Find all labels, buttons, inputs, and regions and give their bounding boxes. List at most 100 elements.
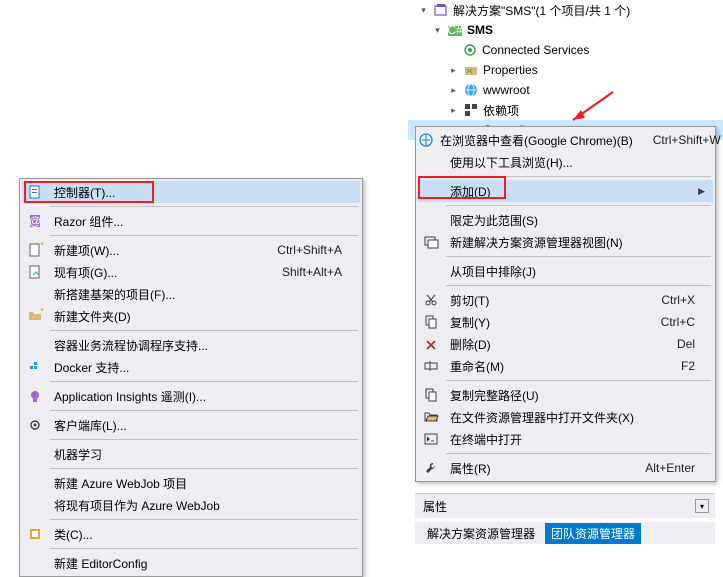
menu-item-open-folder[interactable]: 在文件资源管理器中打开文件夹(X) xyxy=(418,406,713,428)
menu-item-exclude[interactable]: 从项目中排除(J) xyxy=(418,260,713,282)
wrench-icon xyxy=(463,62,479,78)
menu-label: Razor 组件... xyxy=(48,213,360,230)
annotation-arrow xyxy=(565,88,617,128)
svg-text:✦: ✦ xyxy=(39,308,43,317)
menu-item-delete[interactable]: 删除(D) Del xyxy=(418,333,713,355)
chevron-right-icon[interactable]: ▸ xyxy=(448,85,459,96)
browser-icon xyxy=(418,132,434,148)
menu-label: 机器学习 xyxy=(48,446,360,463)
menu-item-new-webjob[interactable]: 新建 Azure WebJob 项目 xyxy=(22,472,360,494)
tab-team-explorer[interactable]: 团队资源管理器 xyxy=(545,523,641,544)
menu-label: 添加(D) xyxy=(444,183,697,200)
menu-item-copy-path[interactable]: 复制完整路径(U) xyxy=(418,384,713,406)
menu-item-scaffold[interactable]: 新搭建基架的项目(F)... xyxy=(22,283,360,305)
menu-label: 限定为此范围(S) xyxy=(444,212,713,229)
menu-item-view-in-browser[interactable]: 在浏览器中查看(Google Chrome)(B) Ctrl+Shift+W xyxy=(418,129,713,151)
menu-separator xyxy=(446,453,711,454)
node-label: 依赖项 xyxy=(483,102,519,119)
menu-item-class[interactable]: 类(C)... xyxy=(22,523,360,545)
menu-item-properties[interactable]: 属性(R) Alt+Enter xyxy=(418,457,713,479)
svg-text:C#: C# xyxy=(447,23,463,37)
menu-item-razor[interactable]: @ Razor 组件... xyxy=(22,210,360,232)
menu-label: 新搭建基架的项目(F)... xyxy=(48,286,360,303)
menu-item-scope[interactable]: 限定为此范围(S) xyxy=(418,209,713,231)
project-label: SMS xyxy=(467,23,493,37)
menu-item-browse-with[interactable]: 使用以下工具浏览(H)... xyxy=(418,151,713,173)
rename-icon xyxy=(423,358,439,374)
new-folder-icon: ✦ xyxy=(27,308,43,324)
menu-item-new-solution-view[interactable]: 新建解决方案资源管理器视图(N) xyxy=(418,231,713,253)
menu-label: 新建 Azure WebJob 项目 xyxy=(48,475,360,492)
menu-separator xyxy=(50,439,358,440)
menu-label: 重命名(M) xyxy=(444,358,661,375)
menu-item-app-insights[interactable]: Application Insights 遥测(I)... xyxy=(22,385,360,407)
menu-item-client-library[interactable]: 客户端库(L)... xyxy=(22,414,360,436)
menu-item-machine-learning[interactable]: 机器学习 xyxy=(22,443,360,465)
menu-item-open-terminal[interactable]: 在终端中打开 xyxy=(418,428,713,450)
menu-label: 容器业务流程协调程序支持... xyxy=(48,337,360,354)
menu-label: 新建项(W)... xyxy=(48,242,257,259)
globe-icon xyxy=(463,82,479,98)
menu-separator xyxy=(446,285,711,286)
tab-solution-explorer[interactable]: 解决方案资源管理器 xyxy=(421,523,541,544)
menu-label: 类(C)... xyxy=(48,526,360,543)
folder-open-icon xyxy=(423,409,439,425)
menu-item-controller[interactable]: 控制器(T)... xyxy=(22,181,360,203)
menu-item-copy[interactable]: 复制(Y) Ctrl+C xyxy=(418,311,713,333)
menu-shortcut: Alt+Enter xyxy=(625,461,713,475)
menu-label: 将现有项目作为 Azure WebJob xyxy=(48,497,360,514)
razor-icon: @ xyxy=(27,213,43,229)
menu-shortcut: Ctrl+C xyxy=(641,315,713,329)
menu-separator xyxy=(446,256,711,257)
menu-item-new-folder[interactable]: ✦ 新建文件夹(D) xyxy=(22,305,360,327)
delete-icon xyxy=(423,336,439,352)
menu-shortcut: Del xyxy=(657,337,713,351)
copy-icon xyxy=(423,314,439,330)
chevron-down-icon[interactable]: ▾ xyxy=(432,25,443,36)
solution-node[interactable]: ▾ 解决方案"SMS"(1 个项目/共 1 个) xyxy=(408,0,723,20)
menu-item-existing-item[interactable]: 现有项(G)... Shift+Alt+A xyxy=(22,261,360,283)
chevron-right-icon[interactable]: ▸ xyxy=(448,65,459,76)
menu-label: 从项目中排除(J) xyxy=(444,263,713,280)
menu-label: 复制(Y) xyxy=(444,314,641,331)
menu-label: 使用以下工具浏览(H)... xyxy=(444,154,713,171)
menu-shortcut: Ctrl+Shift+W xyxy=(633,133,723,147)
properties-panel-header: 属性 ▾ xyxy=(415,493,715,518)
menu-item-rename[interactable]: 重命名(M) F2 xyxy=(418,355,713,377)
menu-separator xyxy=(50,381,358,382)
menu-item-container-support[interactable]: 容器业务流程协调程序支持... xyxy=(22,334,360,356)
menu-label: Application Insights 遥测(I)... xyxy=(48,388,360,405)
menu-item-cut[interactable]: 剪切(T) Ctrl+X xyxy=(418,289,713,311)
menu-label: 剪切(T) xyxy=(444,292,641,309)
menu-separator xyxy=(50,330,358,331)
node-label: wwwroot xyxy=(483,83,530,97)
svg-text:@: @ xyxy=(29,214,41,228)
chevron-right-icon[interactable]: ▸ xyxy=(448,105,459,116)
menu-shortcut: Ctrl+Shift+A xyxy=(257,243,360,257)
chevron-down-icon[interactable]: ▾ xyxy=(418,5,429,16)
docker-icon xyxy=(27,359,43,375)
menu-label: 删除(D) xyxy=(444,336,657,353)
menu-separator xyxy=(50,206,358,207)
menu-item-docker-support[interactable]: Docker 支持... xyxy=(22,356,360,378)
dropdown-icon[interactable]: ▾ xyxy=(695,499,709,513)
chevron-right-icon: ▶ xyxy=(697,186,713,197)
menu-label: 在终端中打开 xyxy=(444,431,713,448)
lightbulb-icon xyxy=(27,388,43,404)
menu-separator xyxy=(50,548,358,549)
menu-item-existing-webjob[interactable]: 将现有项目作为 Azure WebJob xyxy=(22,494,360,516)
menu-item-new-item[interactable]: ✦ 新建项(W)... Ctrl+Shift+A xyxy=(22,239,360,261)
connected-services-node[interactable]: Connected Services xyxy=(408,40,723,60)
controller-icon xyxy=(27,184,43,200)
menu-item-add[interactable]: 添加(D) ▶ xyxy=(418,180,713,202)
svg-text:✦: ✦ xyxy=(39,242,43,251)
menu-item-editorconfig[interactable]: 新建 EditorConfig xyxy=(22,552,360,574)
project-node[interactable]: ▾ C# SMS xyxy=(408,20,723,40)
context-menu-add-submenu: 控制器(T)... @ Razor 组件... ✦ 新建项(W)... Ctrl… xyxy=(19,178,363,577)
menu-separator xyxy=(50,410,358,411)
menu-label: 在浏览器中查看(Google Chrome)(B) xyxy=(434,132,633,149)
properties-title: 属性 xyxy=(423,498,447,515)
existing-item-icon xyxy=(27,264,43,280)
properties-node[interactable]: ▸ Properties xyxy=(408,60,723,80)
service-icon xyxy=(462,42,478,58)
